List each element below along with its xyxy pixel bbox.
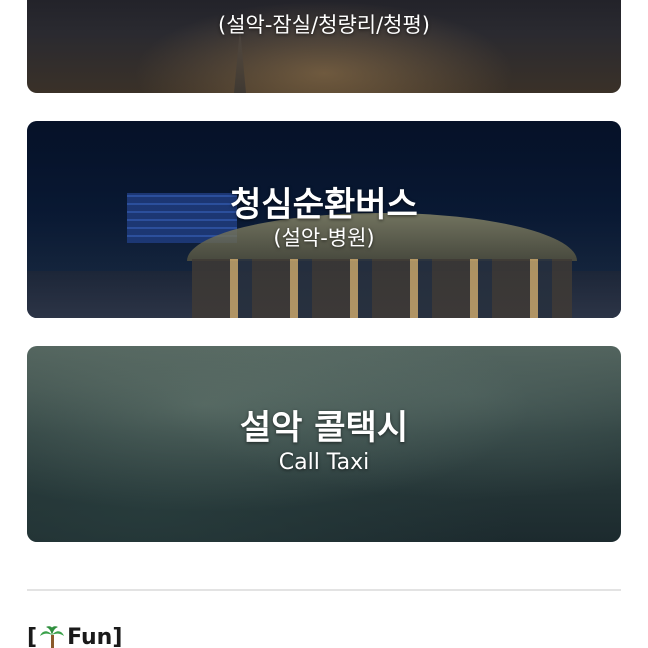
arena-hall-shape — [192, 259, 572, 318]
card-title: 설악 콜택시 — [239, 408, 409, 448]
shuttle-bus-card[interactable]: 청심순환버스 (설악-병원) — [27, 121, 621, 318]
bracket-open: [ — [27, 624, 38, 648]
card-subtitle: Call Taxi — [278, 450, 370, 476]
palm-tree-icon — [39, 624, 65, 648]
card-title: 청심순환버스 — [230, 185, 418, 226]
bracket-close: ] — [112, 624, 123, 648]
page: (설악-잠실/청량리/청평) 청심순환버스 (설악-병원) 설악 콜택시 Cal… — [0, 0, 648, 648]
bus-card-seoul[interactable]: (설악-잠실/청량리/청평) — [27, 0, 621, 93]
card-subtitle: (설악-잠실/청량리/청평) — [218, 12, 430, 37]
section-divider — [27, 589, 621, 591]
section-heading-fun: [ Fun ] — [27, 624, 122, 648]
section-label: Fun — [67, 624, 113, 648]
call-taxi-card[interactable]: 설악 콜택시 Call Taxi — [27, 346, 621, 542]
card-subtitle: (설악-병원) — [273, 225, 375, 250]
